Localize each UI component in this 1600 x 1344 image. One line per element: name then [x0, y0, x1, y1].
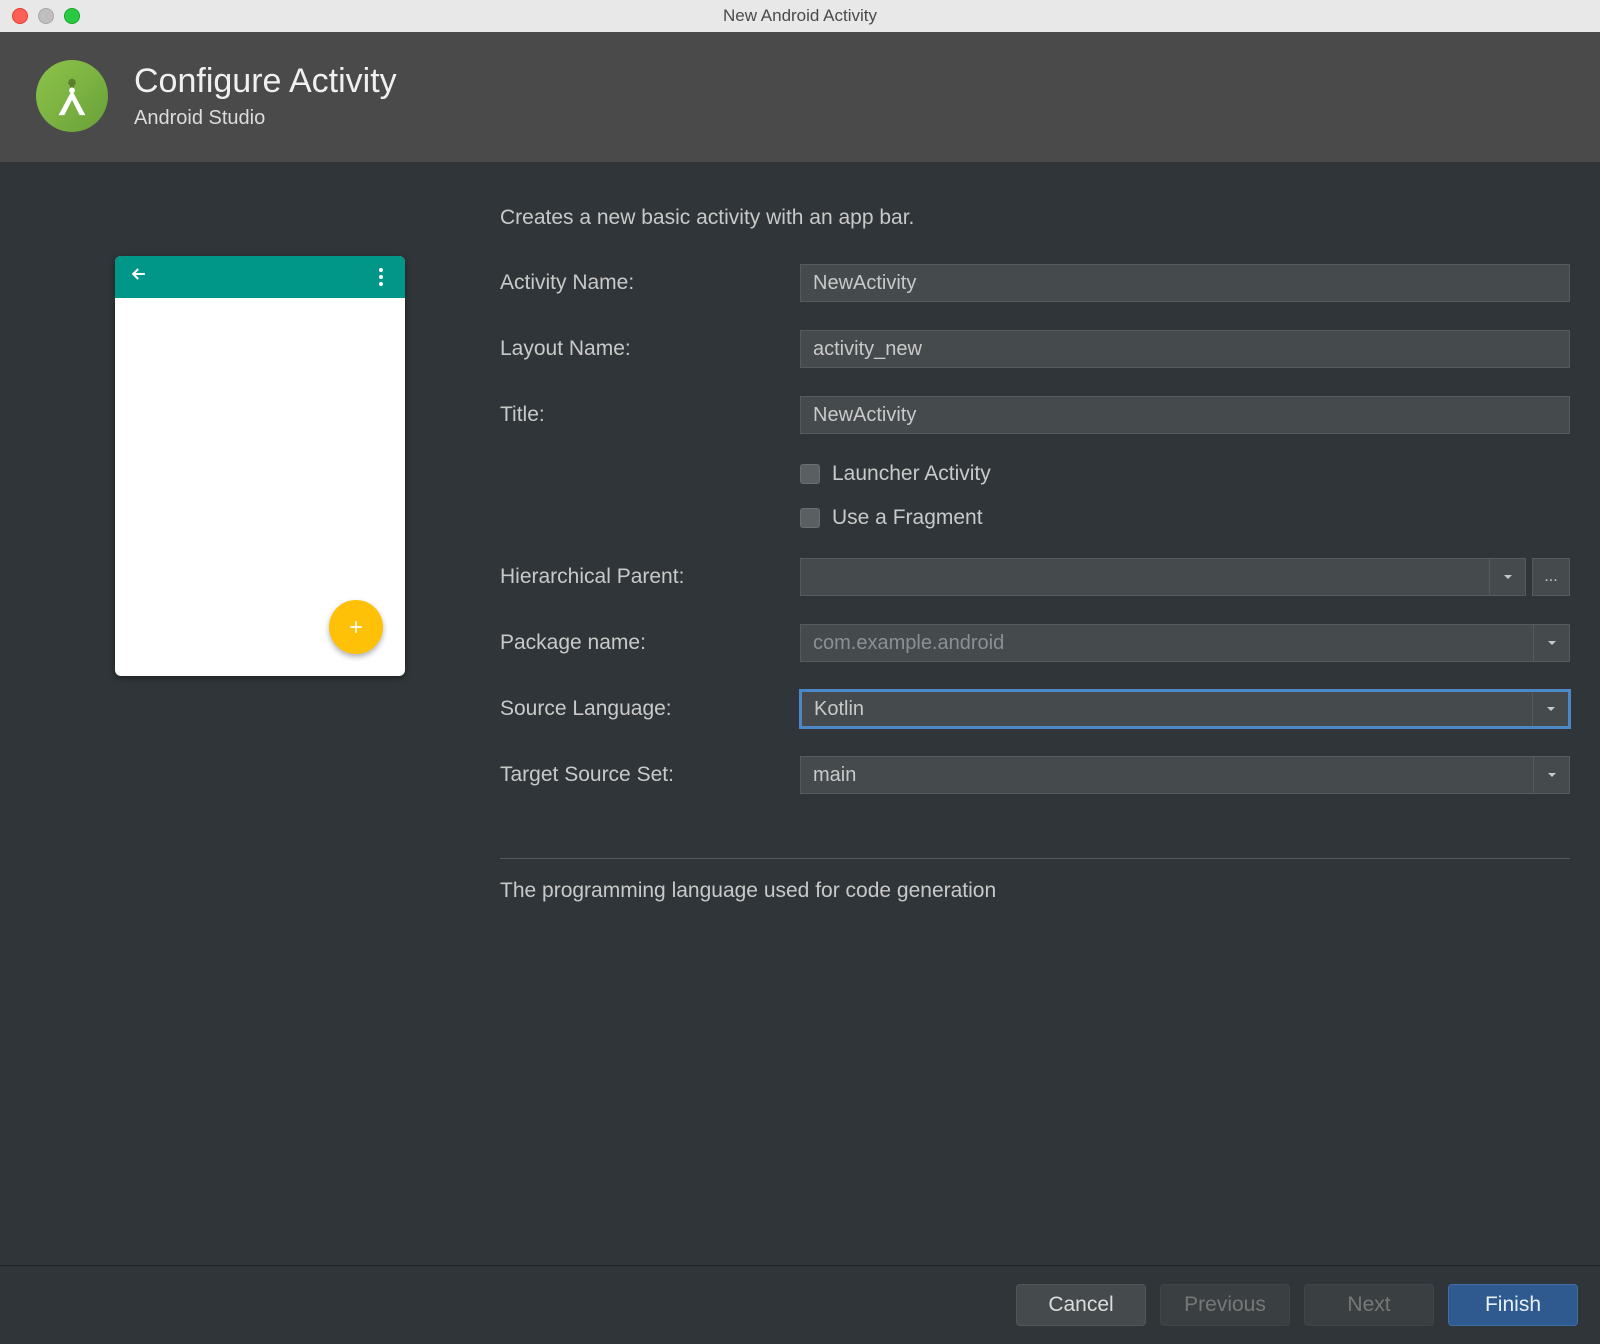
launcher-activity-label: Launcher Activity	[832, 462, 991, 486]
hint-divider: The programming language used for code g…	[500, 858, 1570, 903]
title-input[interactable]	[800, 396, 1570, 434]
target-source-set-label: Target Source Set:	[500, 763, 800, 787]
header-text-block: Configure Activity Android Studio	[134, 62, 397, 130]
hint-text: The programming language used for code g…	[500, 879, 1570, 903]
preview-body	[115, 298, 405, 676]
package-name-value: com.example.android	[801, 625, 1533, 661]
chevron-down-icon	[1532, 692, 1568, 726]
activity-name-input[interactable]	[800, 264, 1570, 302]
use-fragment-label: Use a Fragment	[832, 506, 983, 530]
preview-appbar	[115, 256, 405, 298]
dialog-header: Configure Activity Android Studio	[0, 32, 1600, 162]
dialog-window: New Android Activity Configure Activity …	[0, 0, 1600, 1344]
source-language-label: Source Language:	[500, 697, 800, 721]
chevron-down-icon	[1533, 625, 1569, 661]
chevron-down-icon	[1489, 559, 1525, 595]
target-source-set-combo[interactable]: main	[800, 756, 1570, 794]
android-studio-icon	[36, 60, 108, 132]
phone-preview	[115, 256, 405, 676]
hierarchical-parent-combo[interactable]	[800, 558, 1526, 596]
preview-fab-icon	[329, 600, 383, 654]
cancel-button[interactable]: Cancel	[1016, 1284, 1146, 1326]
preview-column	[20, 206, 500, 1245]
form-description: Creates a new basic activity with an app…	[500, 206, 1570, 230]
dialog-body: Creates a new basic activity with an app…	[0, 162, 1600, 1265]
source-language-value: Kotlin	[802, 692, 1532, 726]
target-source-set-value: main	[801, 757, 1533, 793]
activity-name-label: Activity Name:	[500, 271, 800, 295]
hierarchical-parent-value	[801, 559, 1489, 595]
page-title: Configure Activity	[134, 62, 397, 101]
finish-button[interactable]: Finish	[1448, 1284, 1578, 1326]
title-label: Title:	[500, 403, 800, 427]
overflow-menu-icon	[370, 268, 391, 286]
layout-name-label: Layout Name:	[500, 337, 800, 361]
hierarchical-parent-browse-button[interactable]: ...	[1532, 558, 1570, 596]
minimize-window-button[interactable]	[38, 8, 54, 24]
hierarchical-parent-label: Hierarchical Parent:	[500, 565, 800, 589]
close-window-button[interactable]	[12, 8, 28, 24]
launcher-activity-checkbox[interactable]	[800, 464, 820, 484]
package-name-label: Package name:	[500, 631, 800, 655]
next-button[interactable]: Next	[1304, 1284, 1434, 1326]
use-fragment-checkbox[interactable]	[800, 508, 820, 528]
titlebar: New Android Activity	[0, 0, 1600, 32]
source-language-combo[interactable]: Kotlin	[800, 690, 1570, 728]
previous-button[interactable]: Previous	[1160, 1284, 1290, 1326]
maximize-window-button[interactable]	[64, 8, 80, 24]
page-subtitle: Android Studio	[134, 107, 397, 130]
chevron-down-icon	[1533, 757, 1569, 793]
package-name-combo[interactable]: com.example.android	[800, 624, 1570, 662]
window-controls	[12, 8, 80, 24]
window-title: New Android Activity	[0, 6, 1600, 26]
form-column: Creates a new basic activity with an app…	[500, 206, 1580, 1245]
dialog-footer: Cancel Previous Next Finish	[0, 1265, 1600, 1344]
back-arrow-icon	[129, 264, 149, 290]
layout-name-input[interactable]	[800, 330, 1570, 368]
